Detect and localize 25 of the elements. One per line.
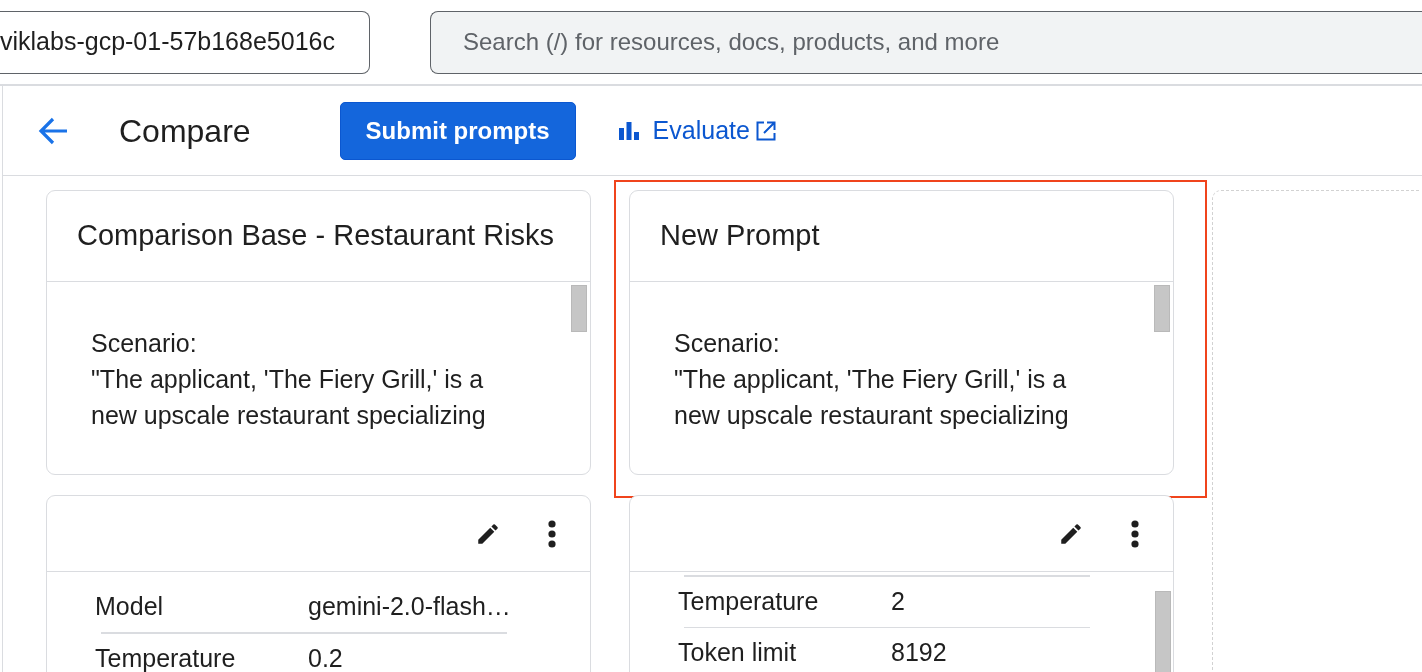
setting-label: Token limit [678, 639, 798, 667]
prompt-text: Scenario: "The applicant, 'The Fiery Grill,' is a new upscale restaurant specializing [91, 328, 487, 431]
kebab-menu-icon[interactable] [1131, 519, 1139, 548]
setting-label: Model [95, 593, 165, 621]
scrollbar[interactable] [571, 285, 587, 332]
evaluate-link[interactable]: Evaluate [618, 111, 776, 150]
bar-chart-icon [618, 121, 639, 140]
prompt-title: Comparison Base - Restaurant Risks [77, 218, 555, 254]
project-picker[interactable]: viklabs-gcp-01-57b168e5016c [0, 10, 370, 74]
scrollbar[interactable] [1155, 591, 1171, 672]
setting-value: 0.2 [308, 644, 343, 672]
submit-prompts-button[interactable]: Submit prompts [339, 101, 576, 160]
setting-label: Temperature [95, 644, 237, 672]
back-arrow-icon[interactable] [38, 116, 69, 145]
setting-label: Temperature [678, 587, 820, 616]
setting-value: gemini-2.0-flash… [308, 593, 511, 621]
external-link-icon [755, 120, 776, 141]
page-title: Compare [119, 111, 251, 151]
setting-value: 8192 [891, 639, 947, 667]
prompt-title: New Prompt [660, 218, 820, 254]
search-field[interactable]: Search (/) for resources, docs, products, and more [430, 10, 1422, 74]
setting-value: 2 [891, 587, 905, 616]
scrollbar[interactable] [1154, 285, 1170, 332]
prompt-text: Scenario: "The applicant, 'The Fiery Grill,' is a new upscale restaurant specializing [674, 328, 1070, 431]
kebab-menu-icon[interactable] [548, 519, 556, 548]
